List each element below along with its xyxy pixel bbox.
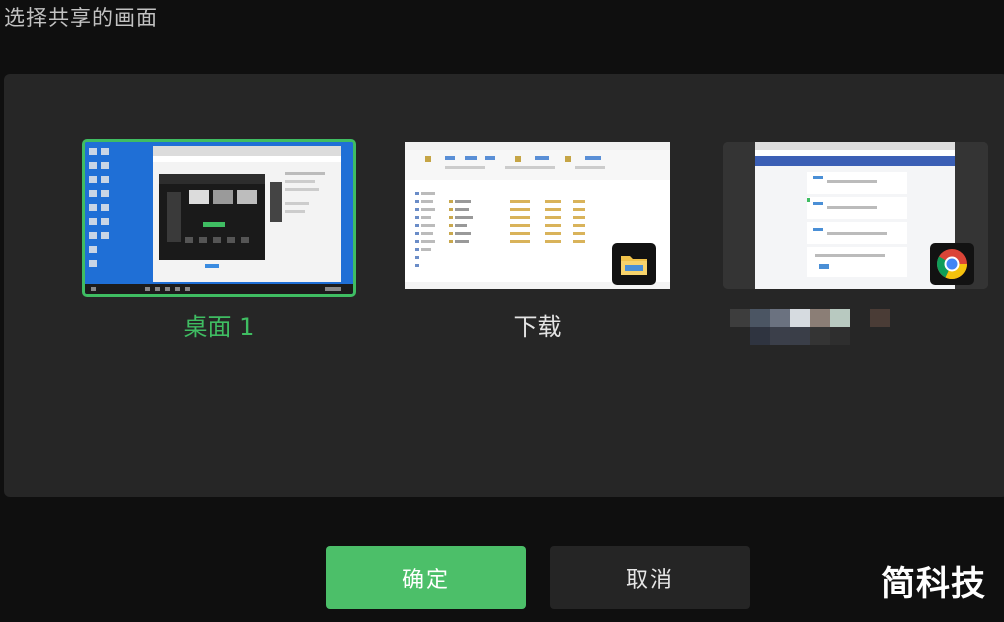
share-screen-dialog: 选择共享的画面 桌面 1 下载 确定 取消 简科技 bbox=[0, 0, 1004, 622]
watermark-text: 简科技 bbox=[881, 564, 986, 604]
source-label: 桌面 1 bbox=[183, 313, 255, 341]
cancel-button[interactable]: 取消 bbox=[550, 546, 750, 609]
obscured-window-label bbox=[730, 309, 900, 345]
confirm-button[interactable]: 确定 bbox=[326, 546, 526, 609]
chrome-icon bbox=[930, 243, 974, 285]
source-label: 下载 bbox=[513, 313, 562, 341]
dialog-title: 选择共享的画面 bbox=[4, 6, 158, 30]
desktop-thumbnail[interactable] bbox=[82, 139, 356, 297]
folder-icon bbox=[612, 243, 656, 285]
desktop-preview-image bbox=[85, 142, 353, 294]
